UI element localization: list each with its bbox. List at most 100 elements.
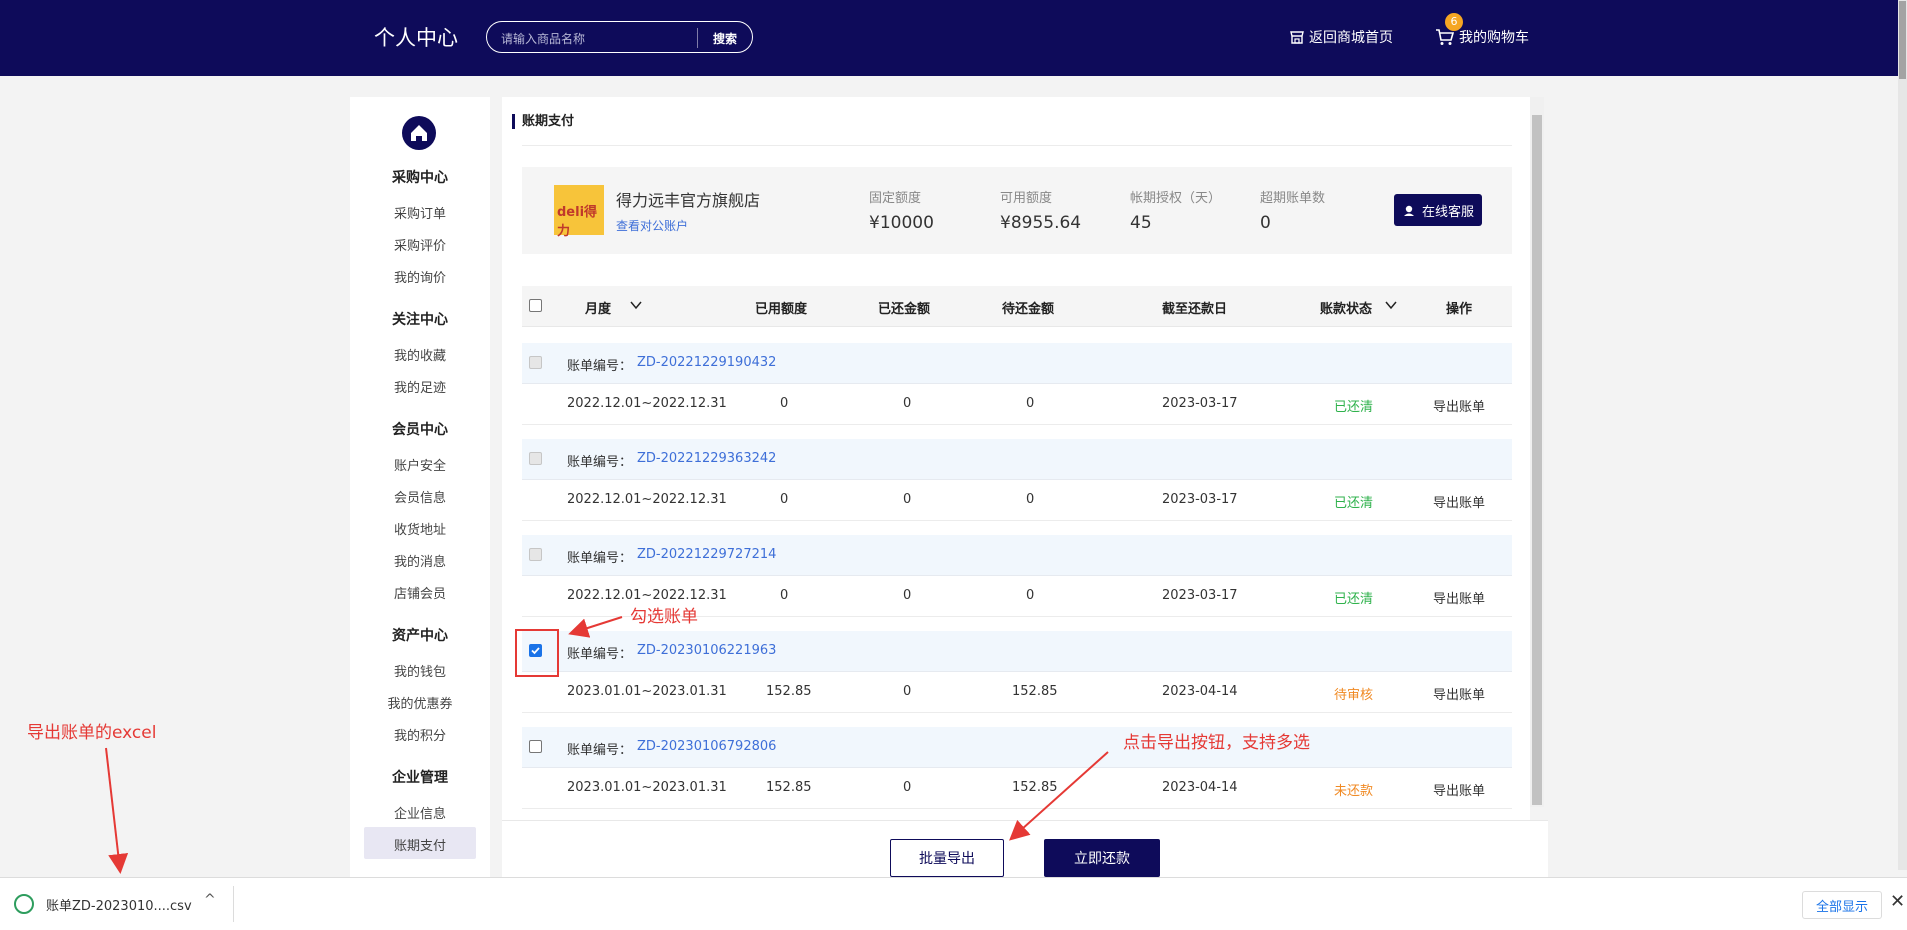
sidebar-section-enterprise: 企业管理: [392, 770, 448, 786]
bill-checkbox[interactable]: [529, 740, 542, 753]
sidebar-item-purchase-orders[interactable]: 采购订单: [350, 203, 490, 222]
sidebar-item-enterprise-info[interactable]: 企业信息: [350, 803, 490, 822]
bill-repaid: 0: [903, 588, 912, 603]
bill-due-date: 2023-04-14: [1162, 684, 1238, 699]
overdue-count-label: 超期账单数: [1260, 191, 1326, 206]
export-bill-link[interactable]: 导出账单: [1433, 396, 1485, 415]
bill-period: 2022.12.01~2022.12.31: [567, 492, 727, 507]
col-month[interactable]: 月度: [585, 298, 611, 317]
sidebar-item-favorites[interactable]: 我的收藏: [350, 345, 490, 364]
chevron-up-icon[interactable]: ^: [204, 892, 216, 908]
annotation-arrow-download: [105, 747, 129, 874]
sidebar-item-coupons[interactable]: 我的优惠券: [350, 693, 490, 712]
corporate-account-link[interactable]: 查看对公账户: [616, 217, 688, 234]
bill-number-label: 账单编号：: [567, 359, 633, 374]
chevron-down-icon[interactable]: [1385, 301, 1397, 310]
sidebar-item-purchase-reviews[interactable]: 采购评价: [350, 235, 490, 254]
bill-status: 已还清: [1334, 400, 1374, 415]
sidebar-item-wallet[interactable]: 我的钱包: [350, 661, 490, 680]
shop-logo: deli得力: [554, 185, 604, 239]
search-input[interactable]: 请输入商品名称: [501, 30, 585, 47]
annotation-export-excel: 导出账单的excel: [27, 723, 157, 743]
bill-header: 账单编号： ZD-20221229363242: [522, 439, 1512, 480]
bill-pending: 0: [1026, 492, 1035, 507]
online-service-button[interactable]: 在线客服: [1394, 194, 1482, 226]
bill-number-label: 账单编号：: [567, 647, 633, 662]
bill-status: 已还清: [1334, 496, 1374, 511]
col-due-date: 截至还款日: [1162, 302, 1228, 317]
col-status[interactable]: 账款状态: [1320, 298, 1372, 317]
bill-number[interactable]: ZD-20230106221963: [637, 643, 776, 658]
available-quota-label: 可用额度: [1000, 191, 1053, 206]
sidebar-item-addresses[interactable]: 收货地址: [350, 519, 490, 538]
bill-pending: 0: [1026, 396, 1035, 411]
annotation-highlight-box: [515, 629, 559, 677]
bill-number-label: 账单编号：: [567, 743, 633, 758]
bill-due-date: 2023-04-14: [1162, 780, 1238, 795]
bill-due-date: 2023-03-17: [1162, 396, 1238, 411]
bill-status: 待审核: [1334, 688, 1374, 703]
bill-used: 152.85: [766, 684, 812, 699]
batch-export-button[interactable]: 批量导出: [890, 839, 1004, 877]
downloaded-file[interactable]: 账单ZD-2023010....csv: [46, 895, 192, 914]
pay-now-button[interactable]: 立即还款: [1044, 839, 1160, 877]
page-title: 个人中心: [374, 26, 458, 50]
export-bill-link[interactable]: 导出账单: [1433, 780, 1485, 799]
chevron-down-icon[interactable]: [630, 301, 642, 310]
home-icon[interactable]: [402, 116, 436, 150]
sidebar-item-account-security[interactable]: 账户安全: [350, 455, 490, 474]
sidebar-item-messages[interactable]: 我的消息: [350, 551, 490, 570]
bill-number[interactable]: ZD-20230106792806: [637, 739, 776, 754]
sidebar-item-points[interactable]: 我的积分: [350, 725, 490, 744]
table-row: 2022.12.01~2022.12.31 0 0 0 2023-03-17 已…: [522, 384, 1512, 425]
home-link[interactable]: 返回商城首页: [1289, 27, 1393, 47]
bill-period: 2023.01.01~2023.01.31: [567, 780, 727, 795]
bill-pending: 152.85: [1012, 780, 1058, 795]
bill-checkbox: [529, 548, 542, 561]
bill-due-date: 2023-03-17: [1162, 492, 1238, 507]
home-link-label: 返回商城首页: [1309, 30, 1393, 46]
search-button[interactable]: 搜索: [713, 30, 737, 47]
bill-header: 账单编号： ZD-20221229727214: [522, 535, 1512, 576]
bill-checkbox: [529, 356, 542, 369]
bill-used: 152.85: [766, 780, 812, 795]
sidebar-item-my-inquiries[interactable]: 我的询价: [350, 267, 490, 286]
col-used: 已用额度: [755, 302, 808, 317]
sidebar-item-member-info[interactable]: 会员信息: [350, 487, 490, 506]
export-bill-link[interactable]: 导出账单: [1433, 492, 1485, 511]
annotation-select-bill: 勾选账单: [630, 607, 698, 627]
bill-number[interactable]: ZD-20221229190432: [637, 355, 776, 370]
table-row: 2023.01.01~2023.01.31 152.85 0 152.85 20…: [522, 672, 1512, 713]
download-bar: 账单ZD-2023010....csv ^ 全部显示 ✕: [0, 877, 1907, 930]
download-divider: [233, 886, 234, 922]
sidebar-section-purchase: 采购中心: [392, 170, 448, 186]
sidebar-item-credit-payment[interactable]: 账期支付: [350, 835, 490, 854]
sidebar-item-shop-membership[interactable]: 店铺会员: [350, 583, 490, 602]
search-box[interactable]: 请输入商品名称 搜索: [486, 21, 753, 53]
bill-number[interactable]: ZD-20221229727214: [637, 547, 776, 562]
table-scrollbar-thumb[interactable]: [1532, 115, 1542, 805]
annotation-click-export: 点击导出按钮，支持多选: [1123, 733, 1310, 753]
bill-number-label: 账单编号：: [567, 551, 633, 566]
bill-checkbox: [529, 452, 542, 465]
table-scrollbar[interactable]: [1530, 97, 1544, 807]
cart-count-badge: 6: [1445, 13, 1463, 31]
export-bill-link[interactable]: 导出账单: [1433, 684, 1485, 703]
headset-icon: [1403, 205, 1414, 216]
fixed-quota-value: ¥10000: [869, 213, 934, 233]
csv-file-icon: [14, 894, 34, 914]
bill-pending: 0: [1026, 588, 1035, 603]
page-scrollbar-thumb[interactable]: [1899, 1, 1906, 79]
page-scrollbar[interactable]: [1898, 0, 1907, 870]
search-divider: [697, 28, 698, 48]
store-icon: [1290, 31, 1304, 44]
bill-number[interactable]: ZD-20221229363242: [637, 451, 776, 466]
cart-link[interactable]: 6 我的购物车: [1435, 13, 1529, 47]
show-all-downloads-button[interactable]: 全部显示: [1802, 891, 1882, 919]
sidebar-item-footprints[interactable]: 我的足迹: [350, 377, 490, 396]
close-icon[interactable]: ✕: [1890, 891, 1905, 912]
select-all-checkbox[interactable]: [529, 299, 542, 312]
bill-status: 未还款: [1334, 784, 1374, 799]
export-bill-link[interactable]: 导出账单: [1433, 588, 1485, 607]
bill-status: 已还清: [1334, 592, 1374, 607]
